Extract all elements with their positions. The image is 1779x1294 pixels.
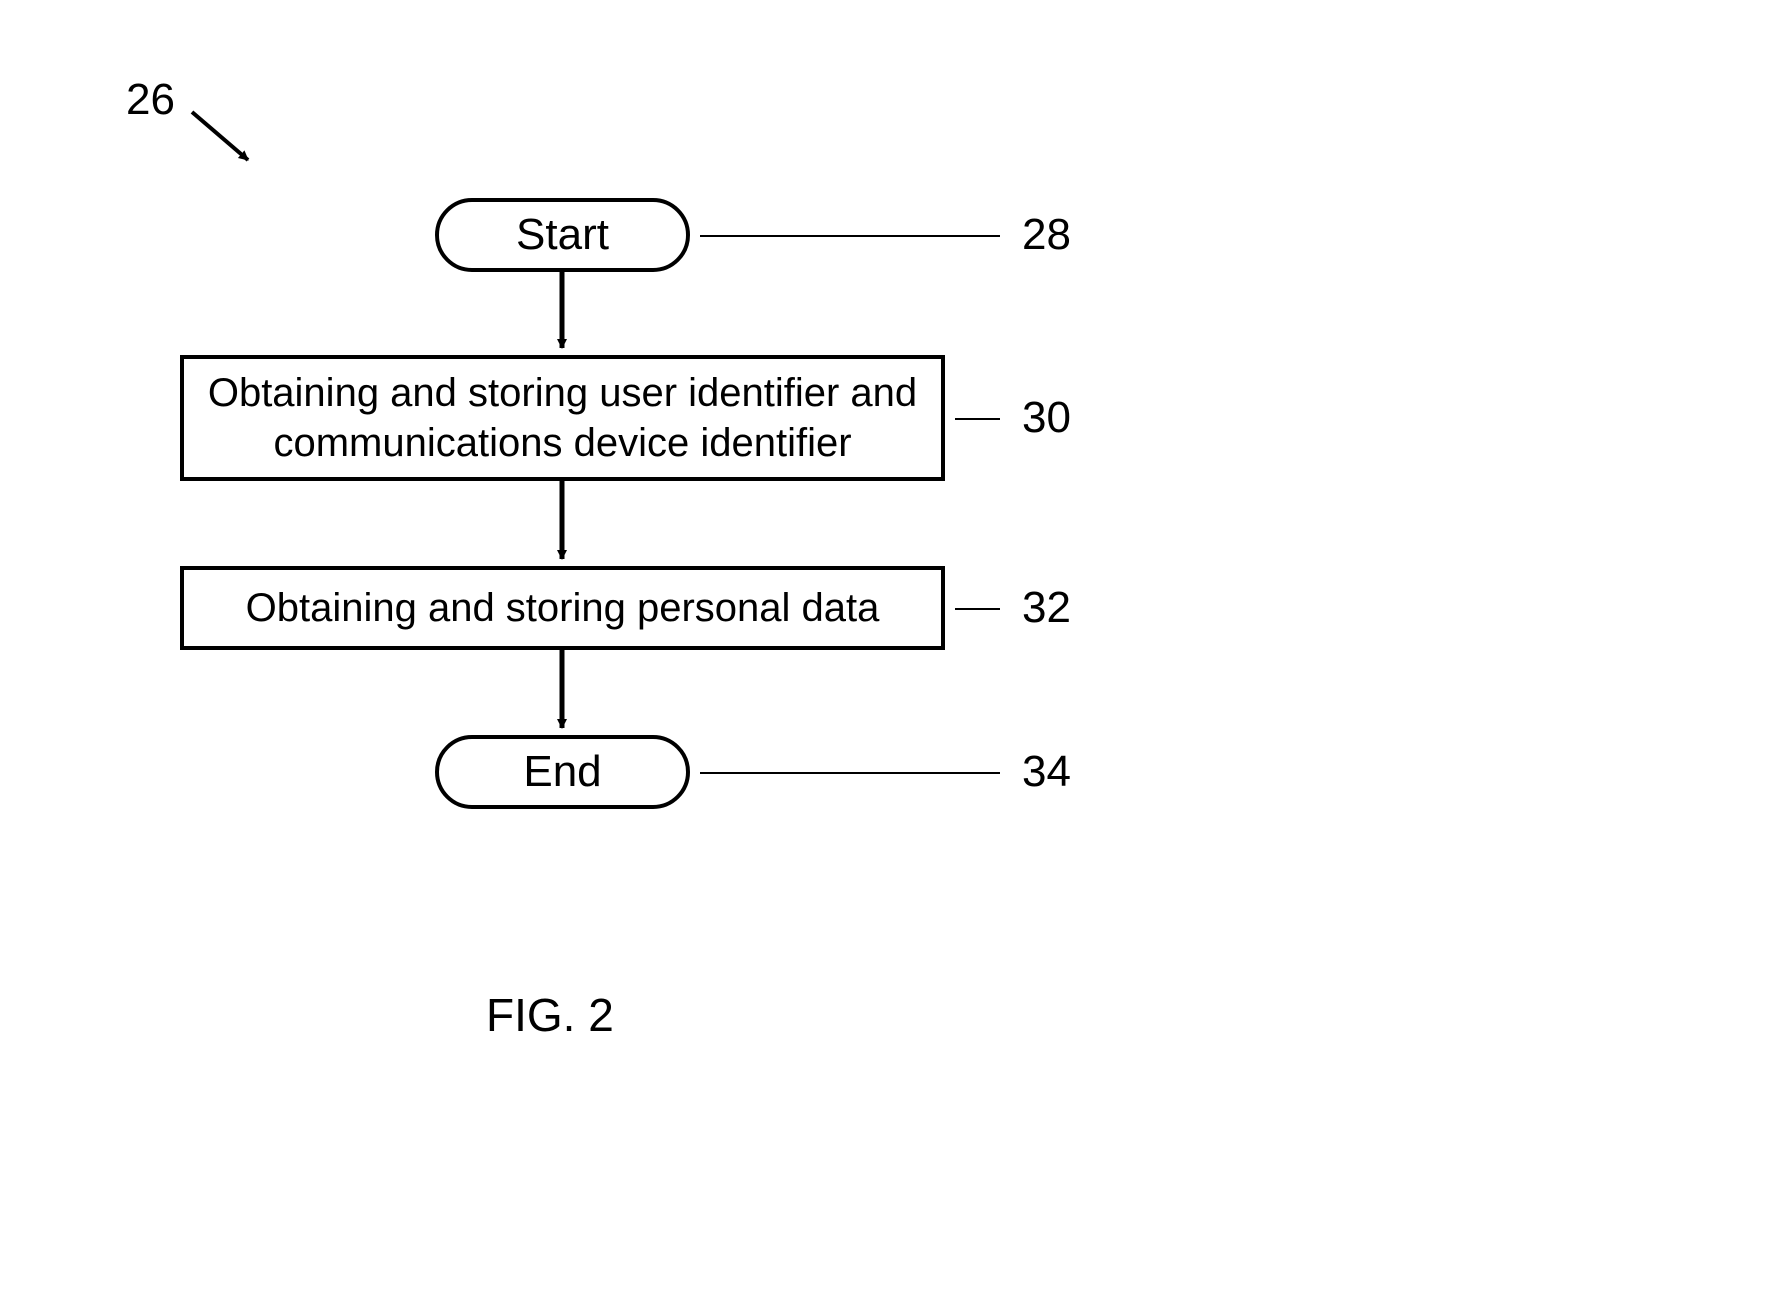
ref-step2-number: 32 [1022, 583, 1071, 633]
ref-step1-number: 30 [1022, 393, 1071, 443]
leader-step1 [955, 418, 1000, 420]
terminator-start: Start [435, 198, 690, 272]
ref-start-number: 28 [1022, 210, 1071, 260]
leader-start [700, 235, 1000, 237]
flowchart-canvas: 26 Start 28 Obtaining and storing user i… [0, 0, 1779, 1294]
arrow-ref-26 [192, 112, 248, 160]
figure-caption: FIG. 2 [486, 988, 614, 1042]
process-step1: Obtaining and storing user identifier an… [180, 355, 945, 481]
leader-end [700, 772, 1000, 774]
process-step2: Obtaining and storing personal data [180, 566, 945, 650]
leader-step2 [955, 608, 1000, 610]
ref-end-number: 34 [1022, 747, 1071, 797]
terminator-end: End [435, 735, 690, 809]
ref-figure-number: 26 [126, 75, 175, 125]
